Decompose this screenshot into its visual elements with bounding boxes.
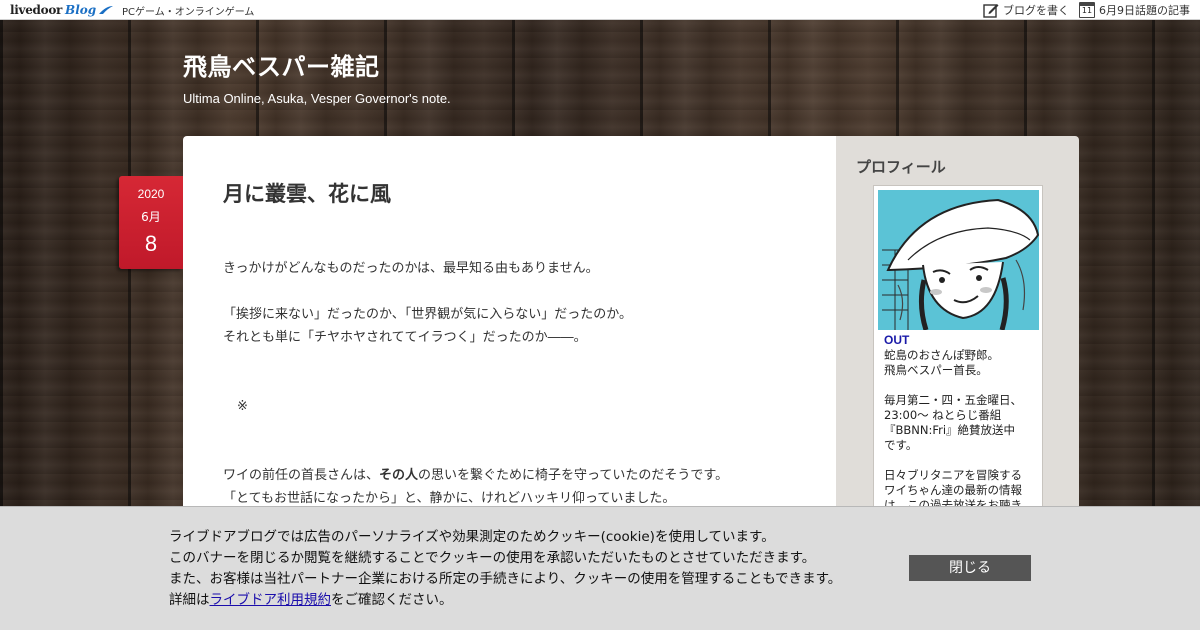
calendar-icon-day: 11: [1081, 6, 1093, 15]
cookie-details-prefix: 詳細は: [169, 592, 210, 608]
logo-swoosh-icon: [99, 6, 114, 14]
livedoor-blog-logo[interactable]: livedoor Blog: [10, 2, 114, 18]
cookie-notice-text: ライブドアブログでは広告のパーソナライズや効果測定のためクッキー(cookie)…: [169, 527, 841, 611]
article-paragraph: きっかけがどんなものだったのかは、最早知る由もありません。: [223, 261, 599, 276]
terms-of-use-link[interactable]: ライブドア利用規約: [210, 592, 332, 608]
cookie-consent-banner: ライブドアブログでは広告のパーソナライズや効果測定のためクッキー(cookie)…: [0, 506, 1200, 630]
profile-description: 蛇島のおさんぽ野郎。 飛鳥ベスパー首長。 毎月第二・四・五金曜日、 23:00～…: [884, 348, 1040, 513]
post-date-year: 2020: [137, 187, 165, 201]
cookie-line: また、お客様は当社パートナー企業における所定の手続きにより、クッキーの使用を管理…: [169, 571, 842, 587]
calendar-icon: 11: [1079, 2, 1095, 18]
profile-line: ワイちゃん達の最新の情報: [884, 483, 1022, 497]
profile-line: 飛鳥ベスパー首長。: [884, 363, 988, 377]
profile-heading: プロフィール: [856, 158, 946, 176]
sidebar: プロフィール OUT 蛇島のおさんぽ野郎。 飛鳥ベスパー首長。 毎月第二・四・五…: [836, 136, 1079, 525]
blog-category-link[interactable]: PCゲーム・オンラインゲーム: [122, 3, 254, 18]
cookie-line: ライブドアブログでは広告のパーソナライズや効果測定のためクッキー(cookie)…: [169, 529, 775, 545]
profile-line: 23:00～ ねとらじ番組: [884, 408, 1002, 422]
profile-line: 『BBNN:Fri』絶賛放送中: [884, 423, 1016, 437]
top-bar-actions: ブログを書く 11 6月9日話題の記事: [983, 0, 1190, 20]
article-paragraph: それとも単に「チヤホヤされててイラつく」だったのか――。: [223, 330, 587, 345]
article-text: ワイの前任の首長さんは、: [223, 468, 380, 483]
article-separator-mark: ※: [237, 399, 248, 414]
post-date-month: 6月: [141, 210, 161, 224]
topic-articles-label: 6月9日話題の記事: [1099, 4, 1190, 17]
profile-name[interactable]: OUT: [884, 333, 909, 347]
profile-line: 毎月第二・四・五金曜日、: [884, 393, 1022, 407]
cookie-close-button[interactable]: 閉じる: [909, 555, 1031, 581]
post-date-day: 8: [144, 231, 158, 256]
logo-livedoor-text: livedoor: [10, 3, 63, 17]
article-paragraph: ワイの前任の首長さんは、その人の思いを繋ぐために椅子を守っていたのだそうです。: [223, 464, 803, 487]
profile-line: 日々ブリタニアを冒険する: [884, 468, 1022, 482]
topic-articles-link[interactable]: 11 6月9日話題の記事: [1079, 2, 1190, 18]
article-text: の思いを繋ぐために椅子を守っていたのだそうです。: [418, 468, 729, 483]
blog-title[interactable]: 飛鳥ベスパー雑記: [183, 47, 379, 82]
article-panel: 月に叢雲、花に風 きっかけがどんなものだったのかは、最早知る由もありません。 「…: [183, 136, 836, 516]
blog-description: Ultima Online, Asuka, Vesper Governor's …: [183, 91, 451, 106]
write-blog-link[interactable]: ブログを書く: [983, 2, 1069, 18]
profile-avatar[interactable]: [878, 190, 1039, 330]
write-blog-label: ブログを書く: [1003, 4, 1069, 17]
article-body: きっかけがどんなものだったのかは、最早知る由もありません。 「挨拶に来ない」だっ…: [223, 257, 803, 510]
profile-line: 蛇島のおさんぽ野郎。: [884, 348, 999, 362]
post-date-badge: 2020 6月 8: [119, 176, 183, 269]
cookie-details-suffix: をご確認ください。: [331, 592, 453, 608]
pen-edit-icon: [983, 4, 999, 18]
profile-line: です。: [884, 438, 918, 452]
cookie-line: このバナーを閉じるか閲覧を継続することでクッキーの使用を承認いただいたものとさせ…: [169, 550, 816, 566]
profile-card: OUT 蛇島のおさんぽ野郎。 飛鳥ベスパー首長。 毎月第二・四・五金曜日、 23…: [873, 185, 1043, 525]
article-title[interactable]: 月に叢雲、花に風: [223, 178, 391, 208]
cookie-line: 詳細はライブドア利用規約をご確認ください。: [169, 590, 841, 611]
logo-blog-text: Blog: [65, 3, 97, 17]
article-bold-text: その人: [379, 468, 419, 483]
article-paragraph: 「挨拶に来ない」だったのか、「世界観が気に入らない」だったのか。: [223, 307, 632, 322]
livedoor-top-bar: livedoor Blog PCゲーム・オンラインゲーム ブログを書く 11 6…: [0, 0, 1200, 20]
